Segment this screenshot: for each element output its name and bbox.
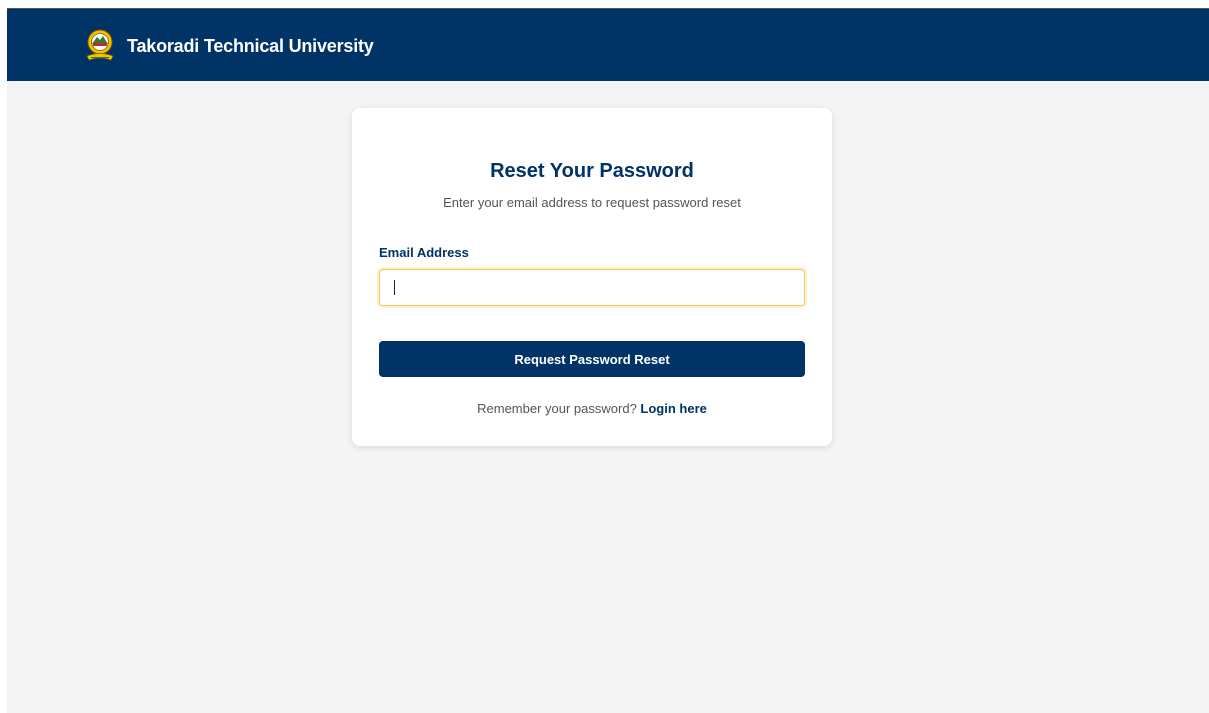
remember-text: Remember your password? [477,401,641,416]
page-title: Reset Your Password [490,160,694,182]
form-subtitle: Enter your email address to request pass… [443,195,741,210]
email-field[interactable] [379,269,805,306]
page: Takoradi Technical University Reset Your… [7,8,1209,713]
reset-password-card: Reset Your Password Enter your email add… [352,108,832,446]
text-caret [394,280,395,295]
brand-link[interactable]: Takoradi Technical University [85,29,374,63]
login-link[interactable]: Login here [640,401,706,416]
top-navbar: Takoradi Technical University [7,9,1209,81]
email-label: Email Address [379,245,469,260]
request-reset-button[interactable]: Request Password Reset [379,341,805,377]
university-crest-icon [86,29,114,61]
university-name: Takoradi Technical University [127,35,374,56]
login-prompt: Remember your password? Login here [352,401,832,416]
